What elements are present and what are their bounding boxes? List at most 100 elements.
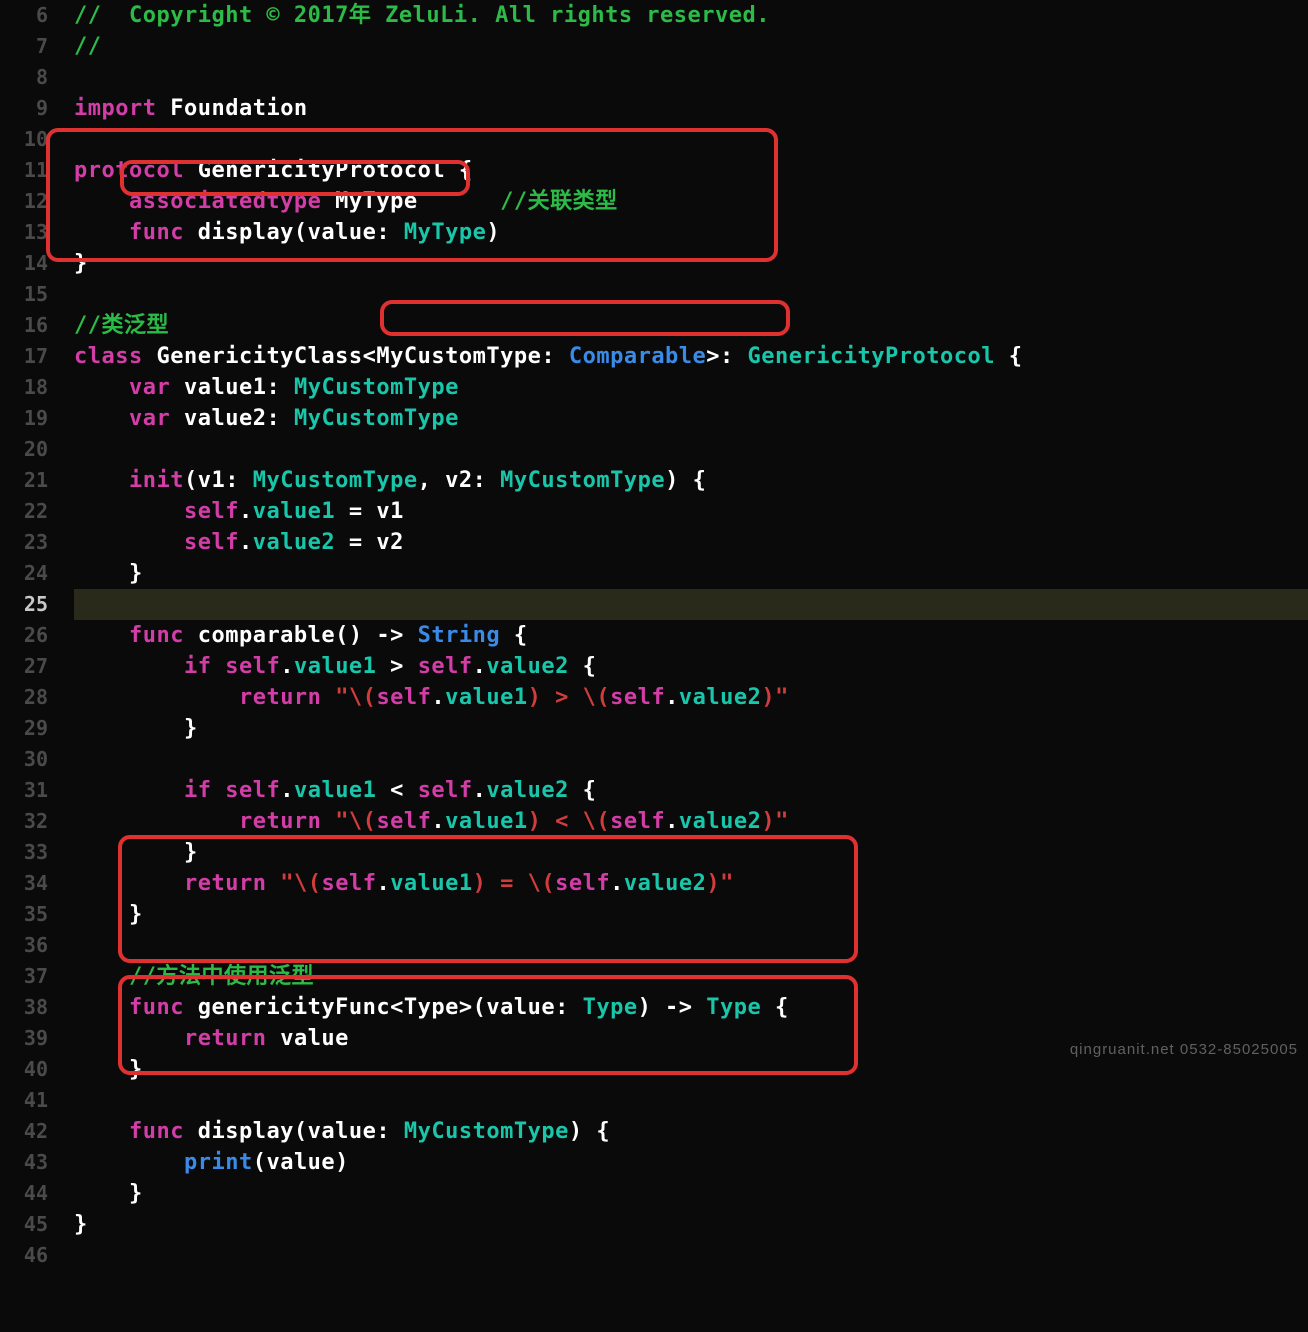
code-line[interactable]: //类泛型 bbox=[74, 310, 1308, 341]
code-token bbox=[74, 871, 184, 896]
watermark-text: qingruanit.net 0532-85025005 bbox=[1070, 1039, 1298, 1060]
code-token: self bbox=[376, 809, 431, 834]
code-line[interactable] bbox=[74, 62, 1308, 93]
line-number: 9 bbox=[0, 93, 58, 124]
code-line[interactable]: } bbox=[74, 713, 1308, 744]
code-line[interactable]: var value2: MyCustomType bbox=[74, 403, 1308, 434]
code-line[interactable]: } bbox=[74, 1178, 1308, 1209]
code-token: } bbox=[74, 716, 198, 741]
code-token: // bbox=[74, 34, 102, 59]
code-line[interactable] bbox=[74, 1240, 1308, 1271]
code-token: . bbox=[665, 685, 679, 710]
code-area[interactable]: // Copyright © 2017年 ZeluLi. All rights … bbox=[58, 0, 1308, 1332]
line-number: 26 bbox=[0, 620, 58, 651]
line-number: 16 bbox=[0, 310, 58, 341]
line-number: 24 bbox=[0, 558, 58, 589]
code-line[interactable]: func display(value: MyType) bbox=[74, 217, 1308, 248]
code-line[interactable]: } bbox=[74, 837, 1308, 868]
code-token: ) -> bbox=[638, 995, 707, 1020]
code-line[interactable]: init(v1: MyCustomType, v2: MyCustomType)… bbox=[74, 465, 1308, 496]
line-number: 20 bbox=[0, 434, 58, 465]
line-number: 17 bbox=[0, 341, 58, 372]
code-line[interactable]: func genericityFunc<Type>(value: Type) -… bbox=[74, 992, 1308, 1023]
code-line[interactable]: } bbox=[74, 558, 1308, 589]
code-line[interactable]: return "\(self.value1) > \(self.value2)" bbox=[74, 682, 1308, 713]
code-token: init bbox=[129, 468, 184, 493]
line-number: 29 bbox=[0, 713, 58, 744]
code-token: value1 bbox=[294, 654, 376, 679]
code-line[interactable]: // bbox=[74, 31, 1308, 62]
line-number: 32 bbox=[0, 806, 58, 837]
code-token bbox=[74, 499, 184, 524]
code-line[interactable]: return "\(self.value1) = \(self.value2)" bbox=[74, 868, 1308, 899]
line-number: 44 bbox=[0, 1178, 58, 1209]
code-line[interactable] bbox=[74, 279, 1308, 310]
line-number: 39 bbox=[0, 1023, 58, 1054]
line-number: 31 bbox=[0, 775, 58, 806]
code-line[interactable]: protocol GenericityProtocol { bbox=[74, 155, 1308, 186]
code-token: ) { bbox=[569, 1119, 610, 1144]
code-line[interactable]: func display(value: MyCustomType) { bbox=[74, 1116, 1308, 1147]
code-token: value1 bbox=[294, 778, 376, 803]
code-line[interactable]: //方法中使用泛型 bbox=[74, 961, 1308, 992]
code-line[interactable]: self.value2 = v2 bbox=[74, 527, 1308, 558]
code-token bbox=[74, 623, 129, 648]
code-line[interactable] bbox=[74, 744, 1308, 775]
line-number: 14 bbox=[0, 248, 58, 279]
code-token: return bbox=[184, 871, 266, 896]
line-number-gutter: 6789101112131415161718192021222324252627… bbox=[0, 0, 58, 1332]
code-token: func bbox=[129, 623, 184, 648]
code-line[interactable]: } bbox=[74, 899, 1308, 930]
code-line[interactable] bbox=[74, 1085, 1308, 1116]
code-line[interactable]: class GenericityClass<MyCustomType: Comp… bbox=[74, 341, 1308, 372]
code-token: String bbox=[418, 623, 500, 648]
code-token bbox=[74, 220, 129, 245]
code-line[interactable]: self.value1 = v1 bbox=[74, 496, 1308, 527]
code-token: Comparable bbox=[569, 344, 706, 369]
code-token: self bbox=[321, 871, 376, 896]
code-line[interactable]: var value1: MyCustomType bbox=[74, 372, 1308, 403]
code-token: ) = \( bbox=[473, 871, 555, 896]
code-token bbox=[74, 778, 184, 803]
code-line[interactable]: import Foundation bbox=[74, 93, 1308, 124]
line-number: 10 bbox=[0, 124, 58, 155]
code-token: genericityFunc<Type>(value: bbox=[184, 995, 583, 1020]
code-token: . bbox=[431, 809, 445, 834]
code-line[interactable]: } bbox=[74, 248, 1308, 279]
code-line[interactable] bbox=[74, 589, 1308, 620]
code-token: } bbox=[74, 840, 198, 865]
line-number: 28 bbox=[0, 682, 58, 713]
code-token: var bbox=[129, 406, 170, 431]
code-token: // Copyright © 2017年 ZeluLi. All rights … bbox=[74, 3, 770, 28]
code-line[interactable]: return "\(self.value1) < \(self.value2)" bbox=[74, 806, 1308, 837]
code-line[interactable]: // Copyright © 2017年 ZeluLi. All rights … bbox=[74, 0, 1308, 31]
code-line[interactable]: func comparable() -> String { bbox=[74, 620, 1308, 651]
code-token: value2 bbox=[679, 809, 761, 834]
code-token bbox=[74, 1150, 184, 1175]
code-token: = v1 bbox=[335, 499, 404, 524]
line-number: 15 bbox=[0, 279, 58, 310]
code-line[interactable]: associatedtype MyType //关联类型 bbox=[74, 186, 1308, 217]
code-token: value1 bbox=[390, 871, 472, 896]
code-line[interactable] bbox=[74, 124, 1308, 155]
code-line[interactable]: if self.value1 < self.value2 { bbox=[74, 775, 1308, 806]
line-number: 41 bbox=[0, 1085, 58, 1116]
line-number: 22 bbox=[0, 496, 58, 527]
code-token: { bbox=[569, 778, 597, 803]
code-token: MyCustomType bbox=[253, 468, 418, 493]
code-token: >: bbox=[706, 344, 747, 369]
code-editor[interactable]: 6789101112131415161718192021222324252627… bbox=[0, 0, 1308, 1332]
code-line[interactable]: print(value) bbox=[74, 1147, 1308, 1178]
line-number: 33 bbox=[0, 837, 58, 868]
code-token: value bbox=[266, 1026, 348, 1051]
code-line[interactable]: if self.value1 > self.value2 { bbox=[74, 651, 1308, 682]
code-line[interactable] bbox=[74, 930, 1308, 961]
code-token: if bbox=[184, 778, 212, 803]
line-number: 43 bbox=[0, 1147, 58, 1178]
code-line[interactable] bbox=[74, 434, 1308, 465]
code-token bbox=[74, 375, 129, 400]
code-token: value1 bbox=[253, 499, 335, 524]
code-token: ) > \( bbox=[528, 685, 610, 710]
code-token: "\( bbox=[280, 871, 321, 896]
code-line[interactable]: } bbox=[74, 1209, 1308, 1240]
